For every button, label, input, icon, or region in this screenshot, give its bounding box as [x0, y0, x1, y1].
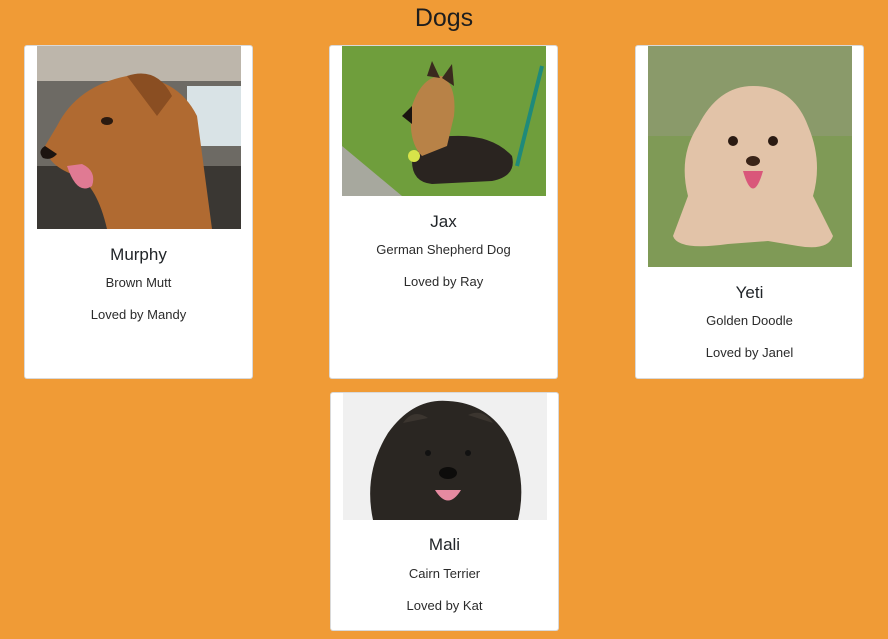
dog-card-jax[interactable]: Jax German Shepherd Dog Loved by Ray — [329, 45, 558, 379]
page: Dogs Murphy Brown Mutt Loved by Mandy Ja… — [0, 0, 888, 639]
dog-owner: Loved by Ray — [403, 274, 484, 289]
dog-breed: Golden Doodle — [706, 313, 793, 328]
dog-owner: Loved by Janel — [705, 345, 794, 360]
dog-breed: Brown Mutt — [105, 275, 172, 290]
dog-card-murphy[interactable]: Murphy Brown Mutt Loved by Mandy — [24, 45, 253, 379]
dog-photo — [342, 46, 546, 196]
dog-name: Murphy — [110, 245, 167, 264]
dog-owner: Loved by Kat — [406, 598, 483, 613]
dog-photo — [648, 46, 852, 267]
dog-name: Jax — [430, 212, 457, 231]
dog-breed: Cairn Terrier — [408, 566, 481, 581]
dog-name: Yeti — [735, 283, 764, 302]
dog-name: Mali — [428, 535, 461, 554]
dog-photo — [37, 46, 241, 229]
page-title: Dogs — [414, 4, 474, 32]
dog-card-yeti[interactable]: Yeti Golden Doodle Loved by Janel — [635, 45, 864, 379]
dog-photo — [343, 393, 547, 520]
dog-owner: Loved by Mandy — [90, 307, 187, 322]
dog-breed: German Shepherd Dog — [376, 242, 511, 257]
dog-card-mali[interactable]: Mali Cairn Terrier Loved by Kat — [330, 392, 559, 631]
